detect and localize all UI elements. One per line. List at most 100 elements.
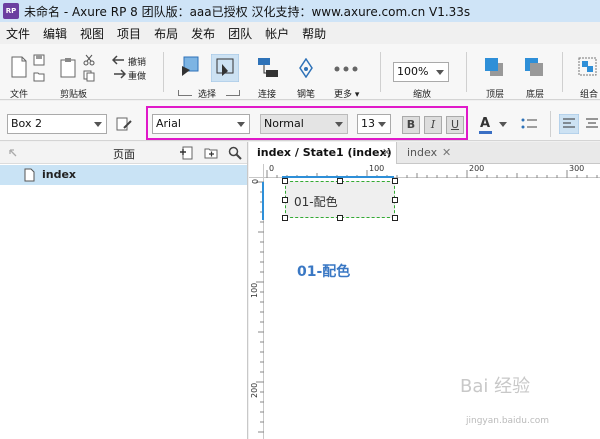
ruler-label: 100 (250, 282, 259, 298)
select-intersect-icon[interactable] (180, 56, 200, 78)
menu-help[interactable]: 帮助 (302, 25, 326, 42)
font-color-swatch (479, 131, 492, 134)
toolbar-separator (550, 111, 551, 137)
close-icon[interactable]: ✕ (442, 142, 451, 164)
resize-handle[interactable] (392, 215, 398, 221)
resize-handle[interactable] (337, 178, 343, 184)
menu-edit[interactable]: 编辑 (43, 25, 67, 42)
align-left-icon[interactable] (559, 114, 579, 134)
cut-icon[interactable] (83, 54, 95, 66)
resize-handle[interactable] (392, 197, 398, 203)
select-bracket-right (226, 90, 240, 96)
selected-box-widget[interactable]: 01-配色 (285, 181, 395, 218)
menu-arrange[interactable]: 布局 (154, 25, 178, 42)
group-icon[interactable] (578, 57, 598, 77)
undo-label[interactable]: 撤销 (128, 55, 146, 68)
font-settings-highlight (146, 106, 468, 140)
save-icon[interactable] (33, 54, 45, 66)
menu-view[interactable]: 视图 (80, 25, 104, 42)
resize-handle[interactable] (337, 215, 343, 221)
ruler-corner (249, 164, 264, 178)
add-folder-icon[interactable] (204, 146, 218, 160)
search-icon[interactable] (228, 146, 242, 160)
more-label[interactable]: 更多 ▾ (334, 87, 359, 100)
menu-project[interactable]: 项目 (117, 25, 141, 42)
pages-panel: 页面 index (0, 142, 248, 439)
redo-label[interactable]: 重做 (128, 69, 146, 82)
zoom-value: 100% (397, 65, 429, 78)
main-toolbar: 文件 剪贴板 撤销 重做 选择 连接 钢笔 更多 ▾ 100% 缩放 顶层 底层… (0, 44, 600, 100)
page-item-label: index (42, 168, 77, 181)
open-folder-icon[interactable] (33, 70, 45, 82)
canvas-heading-text[interactable]: 01-配色 (297, 261, 350, 281)
resize-handle[interactable] (282, 215, 288, 221)
copy-icon[interactable] (83, 70, 95, 82)
toolbar-separator (380, 52, 381, 92)
pages-panel-title: 页面 (113, 148, 135, 161)
bullet-list-icon[interactable] (520, 116, 538, 132)
vertical-ruler-ticks (256, 181, 264, 433)
vertical-ruler: 0 100 200 (249, 178, 264, 439)
group-label: 组合 (580, 90, 599, 100)
page-item-index[interactable]: index (0, 165, 247, 185)
toolbar-separator (163, 52, 164, 92)
resize-handle[interactable] (282, 178, 288, 184)
horizontal-ruler-ticks (266, 170, 598, 178)
widget-name-select[interactable]: Box 2 (7, 114, 107, 134)
file-group-label: 文件 (10, 90, 29, 100)
toolbar-separator (562, 52, 563, 92)
chevron-down-icon (94, 122, 102, 127)
toolbar-separator (466, 52, 467, 92)
select-label: 选择 (198, 90, 217, 100)
ruler-label: 200 (250, 382, 259, 398)
chevron-down-icon (499, 122, 507, 127)
connector-icon[interactable] (258, 58, 278, 78)
paste-icon[interactable] (60, 58, 76, 78)
horizontal-ruler: 0 100 200 300 (264, 164, 600, 178)
resize-handle[interactable] (282, 197, 288, 203)
tab-index-state1[interactable]: index / State1 (index) (249, 142, 397, 164)
send-to-back-icon[interactable] (524, 57, 544, 77)
watermark-url: jingyan.baidu.com (466, 416, 550, 426)
add-page-icon[interactable] (180, 146, 194, 160)
ruler-label: 100 (369, 164, 385, 173)
zoom-label: 缩放 (413, 90, 432, 100)
font-color-button[interactable]: A (477, 115, 511, 135)
watermark-text: Bai 经验 (460, 376, 531, 397)
resize-handle[interactable] (392, 178, 398, 184)
window-title: 未命名 - Axure RP 8 团队版：aaa已授权 汉化支持：www.axu… (24, 4, 471, 19)
select-contained-icon[interactable] (211, 54, 239, 82)
page-icon (24, 168, 35, 182)
pen-label: 钢笔 (297, 90, 316, 100)
bring-to-front-icon[interactable] (484, 57, 504, 77)
close-icon[interactable]: ✕ (382, 142, 391, 164)
ruler-label: 300 (569, 164, 585, 173)
page-tabs: index / State1 (index) ✕ index ✕ (249, 142, 600, 164)
menu-bar: 文件 编辑 视图 项目 布局 发布 团队 帐户 帮助 (0, 22, 600, 44)
select-bracket-left (178, 90, 192, 96)
font-color-letter: A (480, 116, 491, 131)
widget-name-value: Box 2 (11, 117, 42, 130)
menu-team[interactable]: 团队 (228, 25, 252, 42)
tab-label: index / State1 (index) (257, 146, 392, 159)
menu-file[interactable]: 文件 (6, 25, 30, 42)
menu-publish[interactable]: 发布 (191, 25, 215, 42)
top-layer-label: 顶层 (486, 90, 505, 100)
style-editor-icon[interactable] (116, 116, 132, 132)
new-file-icon[interactable] (10, 56, 28, 78)
pen-icon[interactable] (298, 58, 314, 78)
redo-icon[interactable] (112, 69, 126, 79)
menu-account[interactable]: 帐户 (265, 25, 289, 42)
ruler-label: 0 (269, 164, 275, 173)
align-center-icon[interactable] (584, 114, 600, 134)
app-icon: RP (3, 3, 19, 19)
clipboard-group-label: 剪贴板 (60, 90, 88, 100)
undo-icon[interactable] (112, 55, 126, 65)
box-widget-text: 01-配色 (294, 195, 338, 209)
bottom-layer-label: 底层 (526, 90, 545, 100)
pages-panel-header: 页面 (0, 142, 247, 164)
collapse-arrow-icon[interactable] (8, 148, 18, 158)
connect-label: 连接 (258, 90, 277, 100)
zoom-select[interactable]: 100% (393, 62, 449, 82)
more-dots-icon[interactable] (334, 66, 358, 72)
